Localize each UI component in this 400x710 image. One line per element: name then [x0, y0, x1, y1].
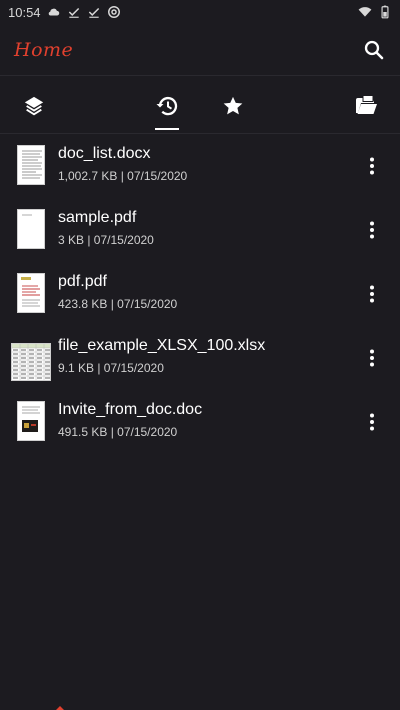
- tab-favorites[interactable]: [219, 92, 247, 120]
- folder-open-icon: [356, 95, 377, 114]
- file-meta: 491.5 KB | 07/15/2020: [58, 425, 178, 439]
- cloud-icon: [48, 8, 59, 16]
- pdf-preview-icon: [21, 277, 40, 307]
- list-item[interactable]: doc_list.docx 1,002.7 KB | 07/15/2020: [0, 134, 400, 198]
- tab-recent[interactable]: [153, 92, 181, 120]
- page-title: Home: [14, 38, 74, 61]
- status-time: 10:54: [8, 4, 41, 20]
- more-options-button[interactable]: [362, 282, 382, 306]
- file-meta: 3 KB | 07/15/2020: [58, 233, 154, 247]
- file-name: doc_list.docx: [58, 145, 151, 162]
- file-meta: 423.8 KB | 07/15/2020: [58, 297, 178, 311]
- wifi-icon: [358, 7, 372, 17]
- app-bar: Home: [0, 24, 400, 76]
- list-item[interactable]: sample.pdf 3 KB | 07/15/2020: [0, 198, 400, 262]
- selected-tab-indicator: [155, 128, 179, 130]
- tab-bar: [0, 80, 400, 134]
- file-thumbnail: [17, 145, 45, 185]
- file-name: sample.pdf: [58, 209, 137, 226]
- fab-edge-icon: [56, 706, 64, 710]
- more-vert-icon: [370, 157, 374, 175]
- file-name: Invite_from_doc.doc: [58, 401, 203, 418]
- star-icon: [223, 96, 243, 115]
- more-options-button[interactable]: [362, 154, 382, 178]
- history-icon: [156, 96, 178, 116]
- file-meta: 1,002.7 KB | 07/15/2020: [58, 169, 188, 183]
- spreadsheet-preview-icon: [12, 344, 50, 380]
- status-bar-left: 10:54: [8, 5, 121, 20]
- document-preview-icon: [22, 150, 42, 179]
- file-name: pdf.pdf: [58, 273, 107, 290]
- list-item[interactable]: file_example_XLSX_100.xlsx 9.1 KB | 07/1…: [0, 326, 400, 390]
- file-thumbnail: [17, 401, 45, 441]
- file-name: file_example_XLSX_100.xlsx: [58, 337, 266, 354]
- search-icon[interactable]: [362, 38, 386, 62]
- more-vert-icon: [370, 221, 374, 239]
- layers-icon: [24, 96, 44, 116]
- tab-layers[interactable]: [20, 92, 48, 120]
- battery-icon: [381, 5, 389, 19]
- list-item[interactable]: Invite_from_doc.doc 491.5 KB | 07/15/202…: [0, 390, 400, 454]
- document-preview-icon: [22, 406, 40, 432]
- status-bar-right: [358, 5, 392, 19]
- pdf-preview-icon: [22, 214, 32, 216]
- recent-files-list: doc_list.docx 1,002.7 KB | 07/15/2020 sa…: [0, 134, 400, 454]
- more-vert-icon: [370, 285, 374, 303]
- check-icon: [88, 7, 99, 18]
- status-bar: 10:54: [0, 0, 400, 24]
- more-options-button[interactable]: [362, 410, 382, 434]
- more-options-button[interactable]: [362, 218, 382, 242]
- file-thumbnail: [17, 209, 45, 249]
- file-thumbnail: [17, 273, 45, 313]
- file-meta: 9.1 KB | 07/15/2020: [58, 361, 164, 375]
- more-vert-icon: [370, 413, 374, 431]
- list-item[interactable]: pdf.pdf 423.8 KB | 07/15/2020: [0, 262, 400, 326]
- file-thumbnail: [11, 343, 51, 381]
- more-vert-icon: [370, 349, 374, 367]
- more-options-button[interactable]: [362, 346, 382, 370]
- at-icon: [107, 6, 120, 18]
- tab-browse[interactable]: [352, 92, 380, 120]
- check-icon: [68, 7, 79, 18]
